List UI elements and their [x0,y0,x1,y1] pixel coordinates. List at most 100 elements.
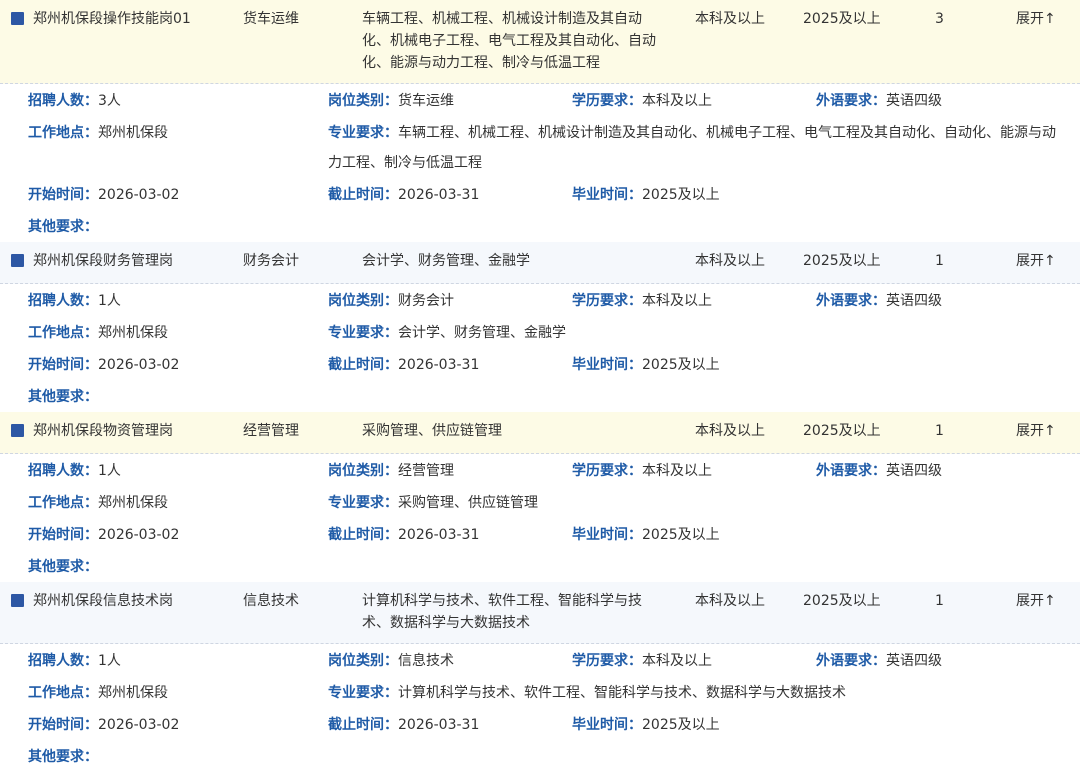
detail-label: 工作地点： [28,125,98,141]
detail-value: 2025及以上 [642,527,720,543]
detail-other: 其他要求： [28,556,98,578]
job-education: 本科及以上 [695,423,765,439]
detail-category: 岗位类别：经营管理 [328,460,454,482]
detail-category: 岗位类别：货车运维 [328,90,454,112]
detail-value: 车辆工程、机械工程、机械设计制造及其自动化、机械电子工程、电气工程及其自动化、自… [328,125,1056,171]
detail-graduation: 毕业时间：2025及以上 [572,184,720,206]
detail-category: 岗位类别：财务会计 [328,290,454,312]
expand-toggle[interactable]: 展开↑ [1016,8,1076,30]
detail-value: 2025及以上 [642,357,720,373]
detail-value: 郑州机保段 [98,685,168,701]
detail-value: 货车运维 [398,93,454,109]
detail-value: 2026-03-02 [98,717,180,733]
detail-graduation: 毕业时间：2025及以上 [572,714,720,736]
detail-value: 英语四级 [886,293,942,309]
job-summary-row[interactable]: 郑州机保段物资管理岗 经营管理 采购管理、供应链管理 本科及以上 2025及以上… [0,412,1080,454]
detail-label: 岗位类别： [328,463,398,479]
detail-label: 学历要求： [572,293,642,309]
detail-value: 本科及以上 [642,293,712,309]
detail-value: 财务会计 [398,293,454,309]
detail-label: 开始时间： [28,187,98,203]
detail-count: 招聘人数：3人 [28,90,121,112]
detail-location: 工作地点：郑州机保段 [28,122,168,144]
detail-category: 岗位类别：信息技术 [328,650,454,672]
detail-end: 截止时间：2026-03-31 [328,354,479,376]
expand-toggle[interactable]: 展开↑ [1016,420,1076,442]
job-category: 信息技术 [243,593,299,609]
job-summary-row[interactable]: 郑州机保段操作技能岗01 货车运维 车辆工程、机械工程、机械设计制造及其自动化、… [0,0,1080,84]
detail-count: 招聘人数：1人 [28,460,121,482]
job-name[interactable]: 郑州机保段操作技能岗01 [33,8,193,30]
detail-label: 外语要求： [816,653,886,669]
bullet-square-icon [11,12,24,25]
detail-label: 毕业时间： [572,357,642,373]
detail-value: 会计学、财务管理、金融学 [398,325,566,341]
job-major: 会计学、财务管理、金融学 [362,253,530,269]
bullet-square-icon [11,254,24,267]
detail-label: 截止时间： [328,357,398,373]
detail-value: 采购管理、供应链管理 [398,495,538,511]
detail-label: 招聘人数： [28,653,98,669]
detail-other: 其他要求： [28,386,98,408]
bullet-square-icon [11,594,24,607]
detail-label: 招聘人数： [28,463,98,479]
detail-language: 外语要求：英语四级 [816,290,942,312]
detail-count: 招聘人数：1人 [28,650,121,672]
job-major: 采购管理、供应链管理 [362,423,502,439]
job-name[interactable]: 郑州机保段财务管理岗 [33,250,203,272]
job-details: 招聘人数：1人 岗位类别：信息技术 学历要求：本科及以上 外语要求：英语四级 工… [0,644,1080,772]
job-summary-row[interactable]: 郑州机保段财务管理岗 财务会计 会计学、财务管理、金融学 本科及以上 2025及… [0,242,1080,284]
detail-label: 毕业时间： [572,717,642,733]
detail-major: 专业要求：采购管理、供应链管理 [328,492,538,514]
detail-major: 专业要求：车辆工程、机械工程、机械设计制造及其自动化、机械电子工程、电气工程及其… [328,118,1058,178]
detail-label: 工作地点： [28,325,98,341]
job-grad-year: 2025及以上 [803,253,881,269]
detail-education: 学历要求：本科及以上 [572,650,712,672]
detail-value: 1人 [98,293,121,309]
detail-graduation: 毕业时间：2025及以上 [572,524,720,546]
detail-other: 其他要求： [28,746,98,768]
detail-end: 截止时间：2026-03-31 [328,184,479,206]
detail-education: 学历要求：本科及以上 [572,460,712,482]
detail-start: 开始时间：2026-03-02 [28,714,179,736]
detail-label: 招聘人数： [28,293,98,309]
detail-label: 截止时间： [328,717,398,733]
detail-label: 毕业时间： [572,527,642,543]
job-name[interactable]: 郑州机保段物资管理岗 [33,420,203,442]
detail-language: 外语要求：英语四级 [816,650,942,672]
job-summary-row[interactable]: 郑州机保段信息技术岗 信息技术 计算机科学与技术、软件工程、智能科学与技术、数据… [0,582,1080,644]
detail-value: 本科及以上 [642,653,712,669]
detail-language: 外语要求：英语四级 [816,90,942,112]
detail-value: 2026-03-31 [398,357,480,373]
detail-value: 英语四级 [886,463,942,479]
detail-label: 其他要求： [28,559,98,575]
job-education: 本科及以上 [695,253,765,269]
job-name[interactable]: 郑州机保段信息技术岗 [33,590,203,612]
job-grad-year: 2025及以上 [803,593,881,609]
detail-start: 开始时间：2026-03-02 [28,524,179,546]
detail-graduation: 毕业时间：2025及以上 [572,354,720,376]
detail-label: 截止时间： [328,527,398,543]
detail-value: 郑州机保段 [98,495,168,511]
detail-label: 专业要求： [328,685,398,701]
detail-value: 本科及以上 [642,93,712,109]
detail-label: 学历要求： [572,93,642,109]
detail-label: 岗位类别： [328,293,398,309]
job-grad-year: 2025及以上 [803,423,881,439]
detail-location: 工作地点：郑州机保段 [28,322,168,344]
detail-label: 岗位类别： [328,93,398,109]
detail-value: 2026-03-31 [398,527,480,543]
detail-label: 招聘人数： [28,93,98,109]
detail-value: 2025及以上 [642,717,720,733]
detail-count: 招聘人数：1人 [28,290,121,312]
detail-label: 开始时间： [28,527,98,543]
detail-label: 岗位类别： [328,653,398,669]
detail-start: 开始时间：2026-03-02 [28,184,179,206]
expand-toggle[interactable]: 展开↑ [1016,590,1076,612]
detail-label: 学历要求： [572,653,642,669]
detail-value: 2026-03-31 [398,187,480,203]
detail-major: 专业要求：会计学、财务管理、金融学 [328,322,566,344]
detail-language: 外语要求：英语四级 [816,460,942,482]
job-count: 1 [935,423,944,439]
expand-toggle[interactable]: 展开↑ [1016,250,1076,272]
